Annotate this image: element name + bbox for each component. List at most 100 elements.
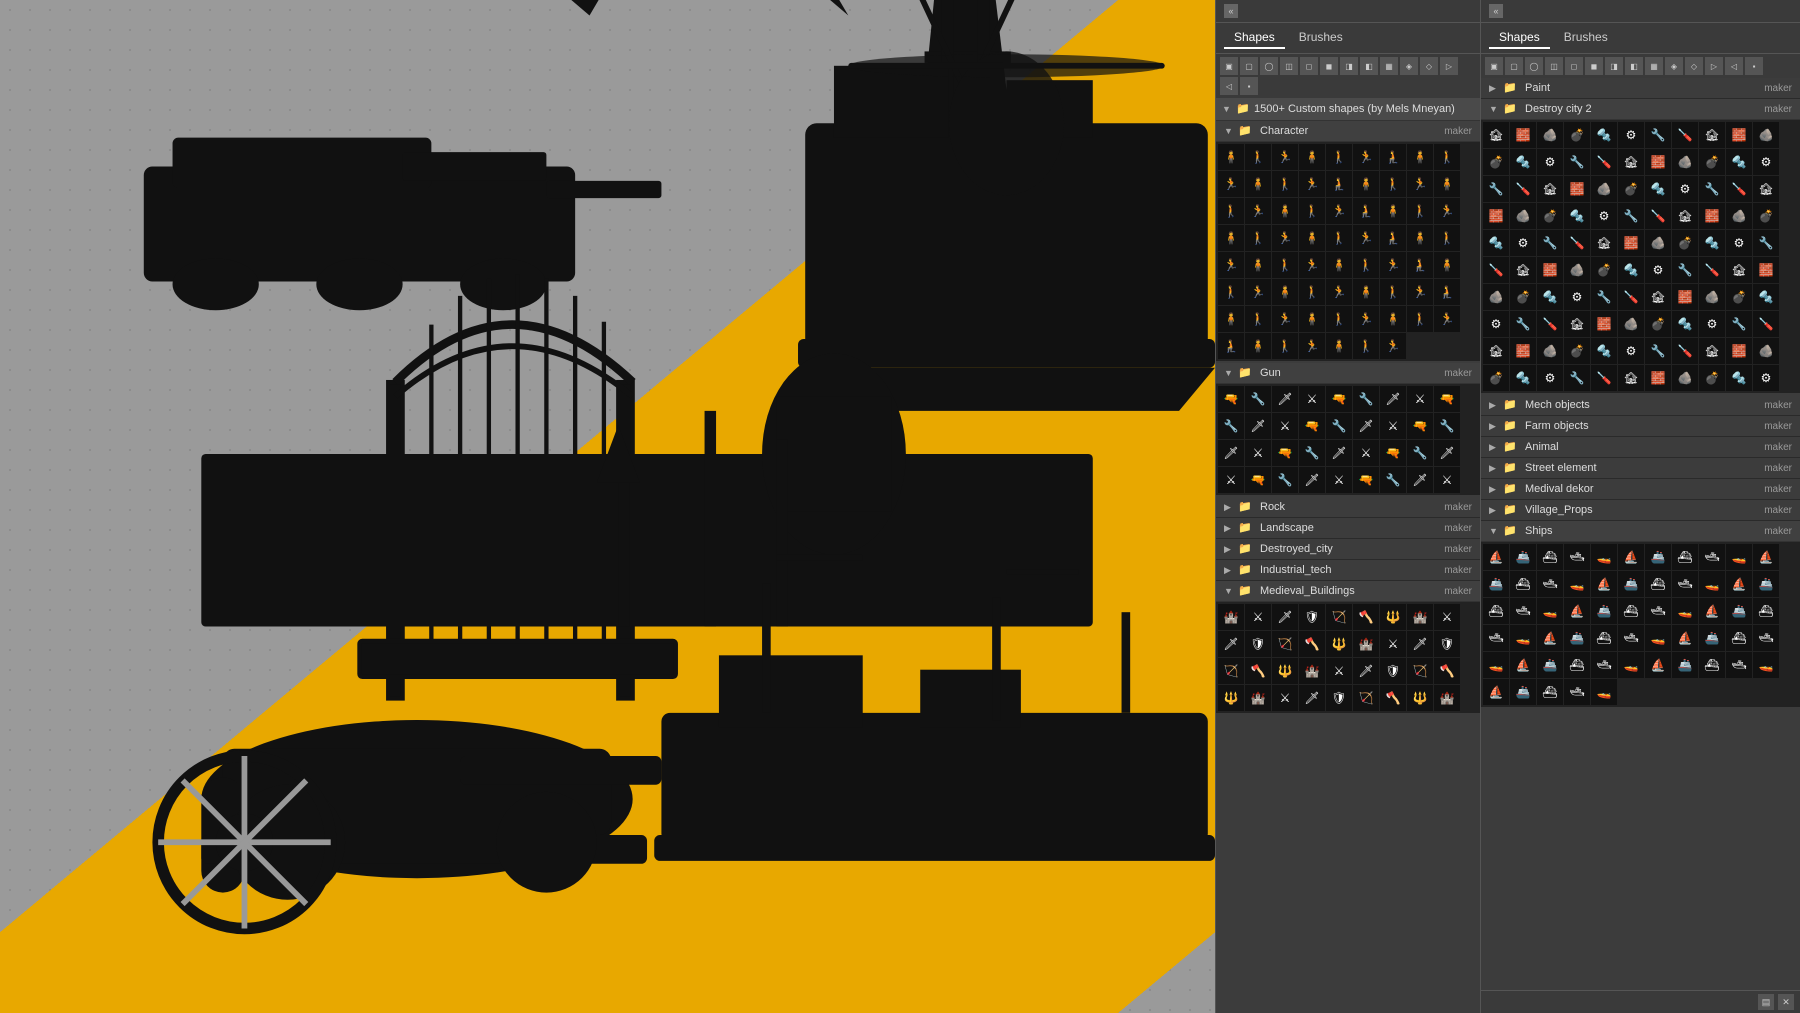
r-toolbar-icon-7[interactable]: ◨ bbox=[1605, 57, 1623, 75]
shape-cell[interactable]: ⛵ bbox=[1645, 652, 1671, 678]
shape-cell[interactable]: 🛥 bbox=[1591, 652, 1617, 678]
shape-cell[interactable]: 🛥 bbox=[1645, 598, 1671, 624]
shape-cell[interactable]: 🔧 bbox=[1699, 176, 1725, 202]
shape-cell[interactable]: 🚶 bbox=[1353, 333, 1379, 359]
shape-cell[interactable]: 🏰 bbox=[1245, 685, 1271, 711]
shape-cell[interactable]: 🔫 bbox=[1380, 440, 1406, 466]
shape-cell[interactable]: 🔧 bbox=[1510, 311, 1536, 337]
shape-cell[interactable]: ⛵ bbox=[1564, 598, 1590, 624]
shape-cell[interactable]: 🪨 bbox=[1672, 149, 1698, 175]
shape-cell[interactable]: 🪨 bbox=[1672, 365, 1698, 391]
shape-cell[interactable]: 🛡 bbox=[1326, 685, 1352, 711]
shape-cell[interactable]: 🚢 bbox=[1591, 598, 1617, 624]
shape-cell[interactable]: 🚤 bbox=[1510, 625, 1536, 651]
shape-cell[interactable]: ⚔ bbox=[1380, 413, 1406, 439]
shape-cell[interactable]: ⛴ bbox=[1510, 571, 1536, 597]
shape-cell[interactable]: ⚔ bbox=[1272, 413, 1298, 439]
shape-cell[interactable]: 🚶 bbox=[1326, 144, 1352, 170]
shape-cell[interactable]: ⚙ bbox=[1537, 149, 1563, 175]
group-industrial-tech[interactable]: ▶ 📁 Industrial_tech maker bbox=[1216, 560, 1480, 581]
shape-cell[interactable]: 🗡 bbox=[1407, 631, 1433, 657]
shape-cell[interactable]: 🚢 bbox=[1645, 544, 1671, 570]
shape-cell[interactable]: 💣 bbox=[1618, 176, 1644, 202]
shape-cell[interactable]: 🏃 bbox=[1299, 252, 1325, 278]
r-toolbar-icon-2[interactable]: ▢ bbox=[1505, 57, 1523, 75]
shape-cell[interactable]: ⚔ bbox=[1326, 467, 1352, 493]
r-toolbar-icon-9[interactable]: ▦ bbox=[1645, 57, 1663, 75]
shape-cell[interactable]: 💣 bbox=[1483, 365, 1509, 391]
shape-cell[interactable]: ⛴ bbox=[1618, 598, 1644, 624]
shape-cell[interactable]: 🧱 bbox=[1483, 203, 1509, 229]
shape-cell[interactable]: 🏚 bbox=[1672, 203, 1698, 229]
shape-cell[interactable]: 🏃 bbox=[1245, 279, 1271, 305]
shape-cell[interactable]: 🧍 bbox=[1218, 144, 1244, 170]
shape-cell[interactable]: 🧍 bbox=[1218, 306, 1244, 332]
shape-cell[interactable]: 🏃 bbox=[1407, 171, 1433, 197]
shape-cell[interactable]: 🛥 bbox=[1618, 625, 1644, 651]
shape-cell[interactable]: 🏹 bbox=[1218, 658, 1244, 684]
shape-cell[interactable]: 🚶 bbox=[1272, 252, 1298, 278]
shape-cell[interactable]: 🔧 bbox=[1272, 467, 1298, 493]
shape-cell[interactable]: 🧍 bbox=[1353, 279, 1379, 305]
shape-cell[interactable]: 🪓 bbox=[1353, 604, 1379, 630]
shape-cell[interactable]: 🪨 bbox=[1537, 338, 1563, 364]
shape-cell[interactable]: 🔧 bbox=[1353, 386, 1379, 412]
tab-shapes-left[interactable]: Shapes bbox=[1224, 27, 1285, 49]
shape-cell[interactable]: ⛵ bbox=[1753, 544, 1779, 570]
shape-cell[interactable]: 🔧 bbox=[1564, 365, 1590, 391]
shape-cell[interactable]: 💣 bbox=[1753, 203, 1779, 229]
group-header-character[interactable]: ▼ 📁 Character maker bbox=[1216, 121, 1480, 142]
shape-cell[interactable]: 🪨 bbox=[1753, 122, 1779, 148]
shape-cell[interactable]: 🚶 bbox=[1407, 198, 1433, 224]
shape-cell[interactable]: ⚔ bbox=[1407, 386, 1433, 412]
tab-brushes-right[interactable]: Brushes bbox=[1554, 27, 1618, 49]
shape-cell[interactable]: 🚶 bbox=[1272, 171, 1298, 197]
shape-cell[interactable]: 🗡 bbox=[1272, 604, 1298, 630]
shape-cell[interactable]: 💣 bbox=[1726, 284, 1752, 310]
shape-cell[interactable]: ⛴ bbox=[1672, 544, 1698, 570]
shape-cell[interactable]: 🪛 bbox=[1591, 365, 1617, 391]
shape-cell[interactable]: 🔩 bbox=[1726, 365, 1752, 391]
shape-cell[interactable]: ⚔ bbox=[1353, 440, 1379, 466]
shape-cell[interactable]: 🪛 bbox=[1753, 311, 1779, 337]
shape-cell[interactable]: 🛥 bbox=[1510, 598, 1536, 624]
shape-cell[interactable]: ⚙ bbox=[1510, 230, 1536, 256]
shape-cell[interactable]: 🔩 bbox=[1699, 230, 1725, 256]
shape-cell[interactable]: 🔫 bbox=[1245, 467, 1271, 493]
shape-cell[interactable]: 🔱 bbox=[1272, 658, 1298, 684]
shape-cell[interactable]: 🏹 bbox=[1353, 685, 1379, 711]
shape-cell[interactable]: 🧍 bbox=[1245, 171, 1271, 197]
shape-cell[interactable]: 🚤 bbox=[1753, 652, 1779, 678]
shape-cell[interactable]: 🗡 bbox=[1326, 440, 1352, 466]
toolbar-icon-12[interactable]: ▷ bbox=[1440, 57, 1458, 75]
shape-cell[interactable]: 🔧 bbox=[1326, 413, 1352, 439]
group-mech-objects[interactable]: ▶ 📁 Mech objects maker bbox=[1481, 395, 1800, 416]
shape-cell[interactable]: 💣 bbox=[1483, 149, 1509, 175]
r-toolbar-icon-1[interactable]: ▣ bbox=[1485, 57, 1503, 75]
shape-cell[interactable]: 🧍 bbox=[1299, 306, 1325, 332]
shape-cell[interactable]: 🚤 bbox=[1618, 652, 1644, 678]
toolbar-icon-4[interactable]: ◫ bbox=[1280, 57, 1298, 75]
shape-cell[interactable]: 💣 bbox=[1699, 149, 1725, 175]
shape-cell[interactable]: 🧎 bbox=[1326, 171, 1352, 197]
shape-cell[interactable]: 🚤 bbox=[1699, 571, 1725, 597]
shape-cell[interactable]: 🪨 bbox=[1591, 176, 1617, 202]
shape-cell[interactable]: 🔩 bbox=[1591, 338, 1617, 364]
shape-cell[interactable]: 🔩 bbox=[1537, 284, 1563, 310]
shape-cell[interactable]: 🧍 bbox=[1353, 171, 1379, 197]
shape-cell[interactable]: 🔫 bbox=[1299, 413, 1325, 439]
shape-cell[interactable]: ⛵ bbox=[1591, 571, 1617, 597]
shape-cell[interactable]: 🏃 bbox=[1380, 252, 1406, 278]
shape-cell[interactable]: 🔱 bbox=[1218, 685, 1244, 711]
group-street-element[interactable]: ▶ 📁 Street element maker bbox=[1481, 458, 1800, 479]
shape-cell[interactable]: 🪓 bbox=[1380, 685, 1406, 711]
shape-cell[interactable]: 💣 bbox=[1672, 230, 1698, 256]
shape-cell[interactable]: ⚙ bbox=[1753, 149, 1779, 175]
shape-cell[interactable]: 🛡 bbox=[1380, 658, 1406, 684]
shape-cell[interactable]: 🧍 bbox=[1272, 279, 1298, 305]
shape-cell[interactable]: ⚔ bbox=[1434, 604, 1460, 630]
shape-cell[interactable]: ⛴ bbox=[1483, 598, 1509, 624]
shape-cell[interactable]: 🚢 bbox=[1564, 625, 1590, 651]
shape-cell[interactable]: 🧍 bbox=[1380, 198, 1406, 224]
shape-cell[interactable]: 🗡 bbox=[1299, 685, 1325, 711]
